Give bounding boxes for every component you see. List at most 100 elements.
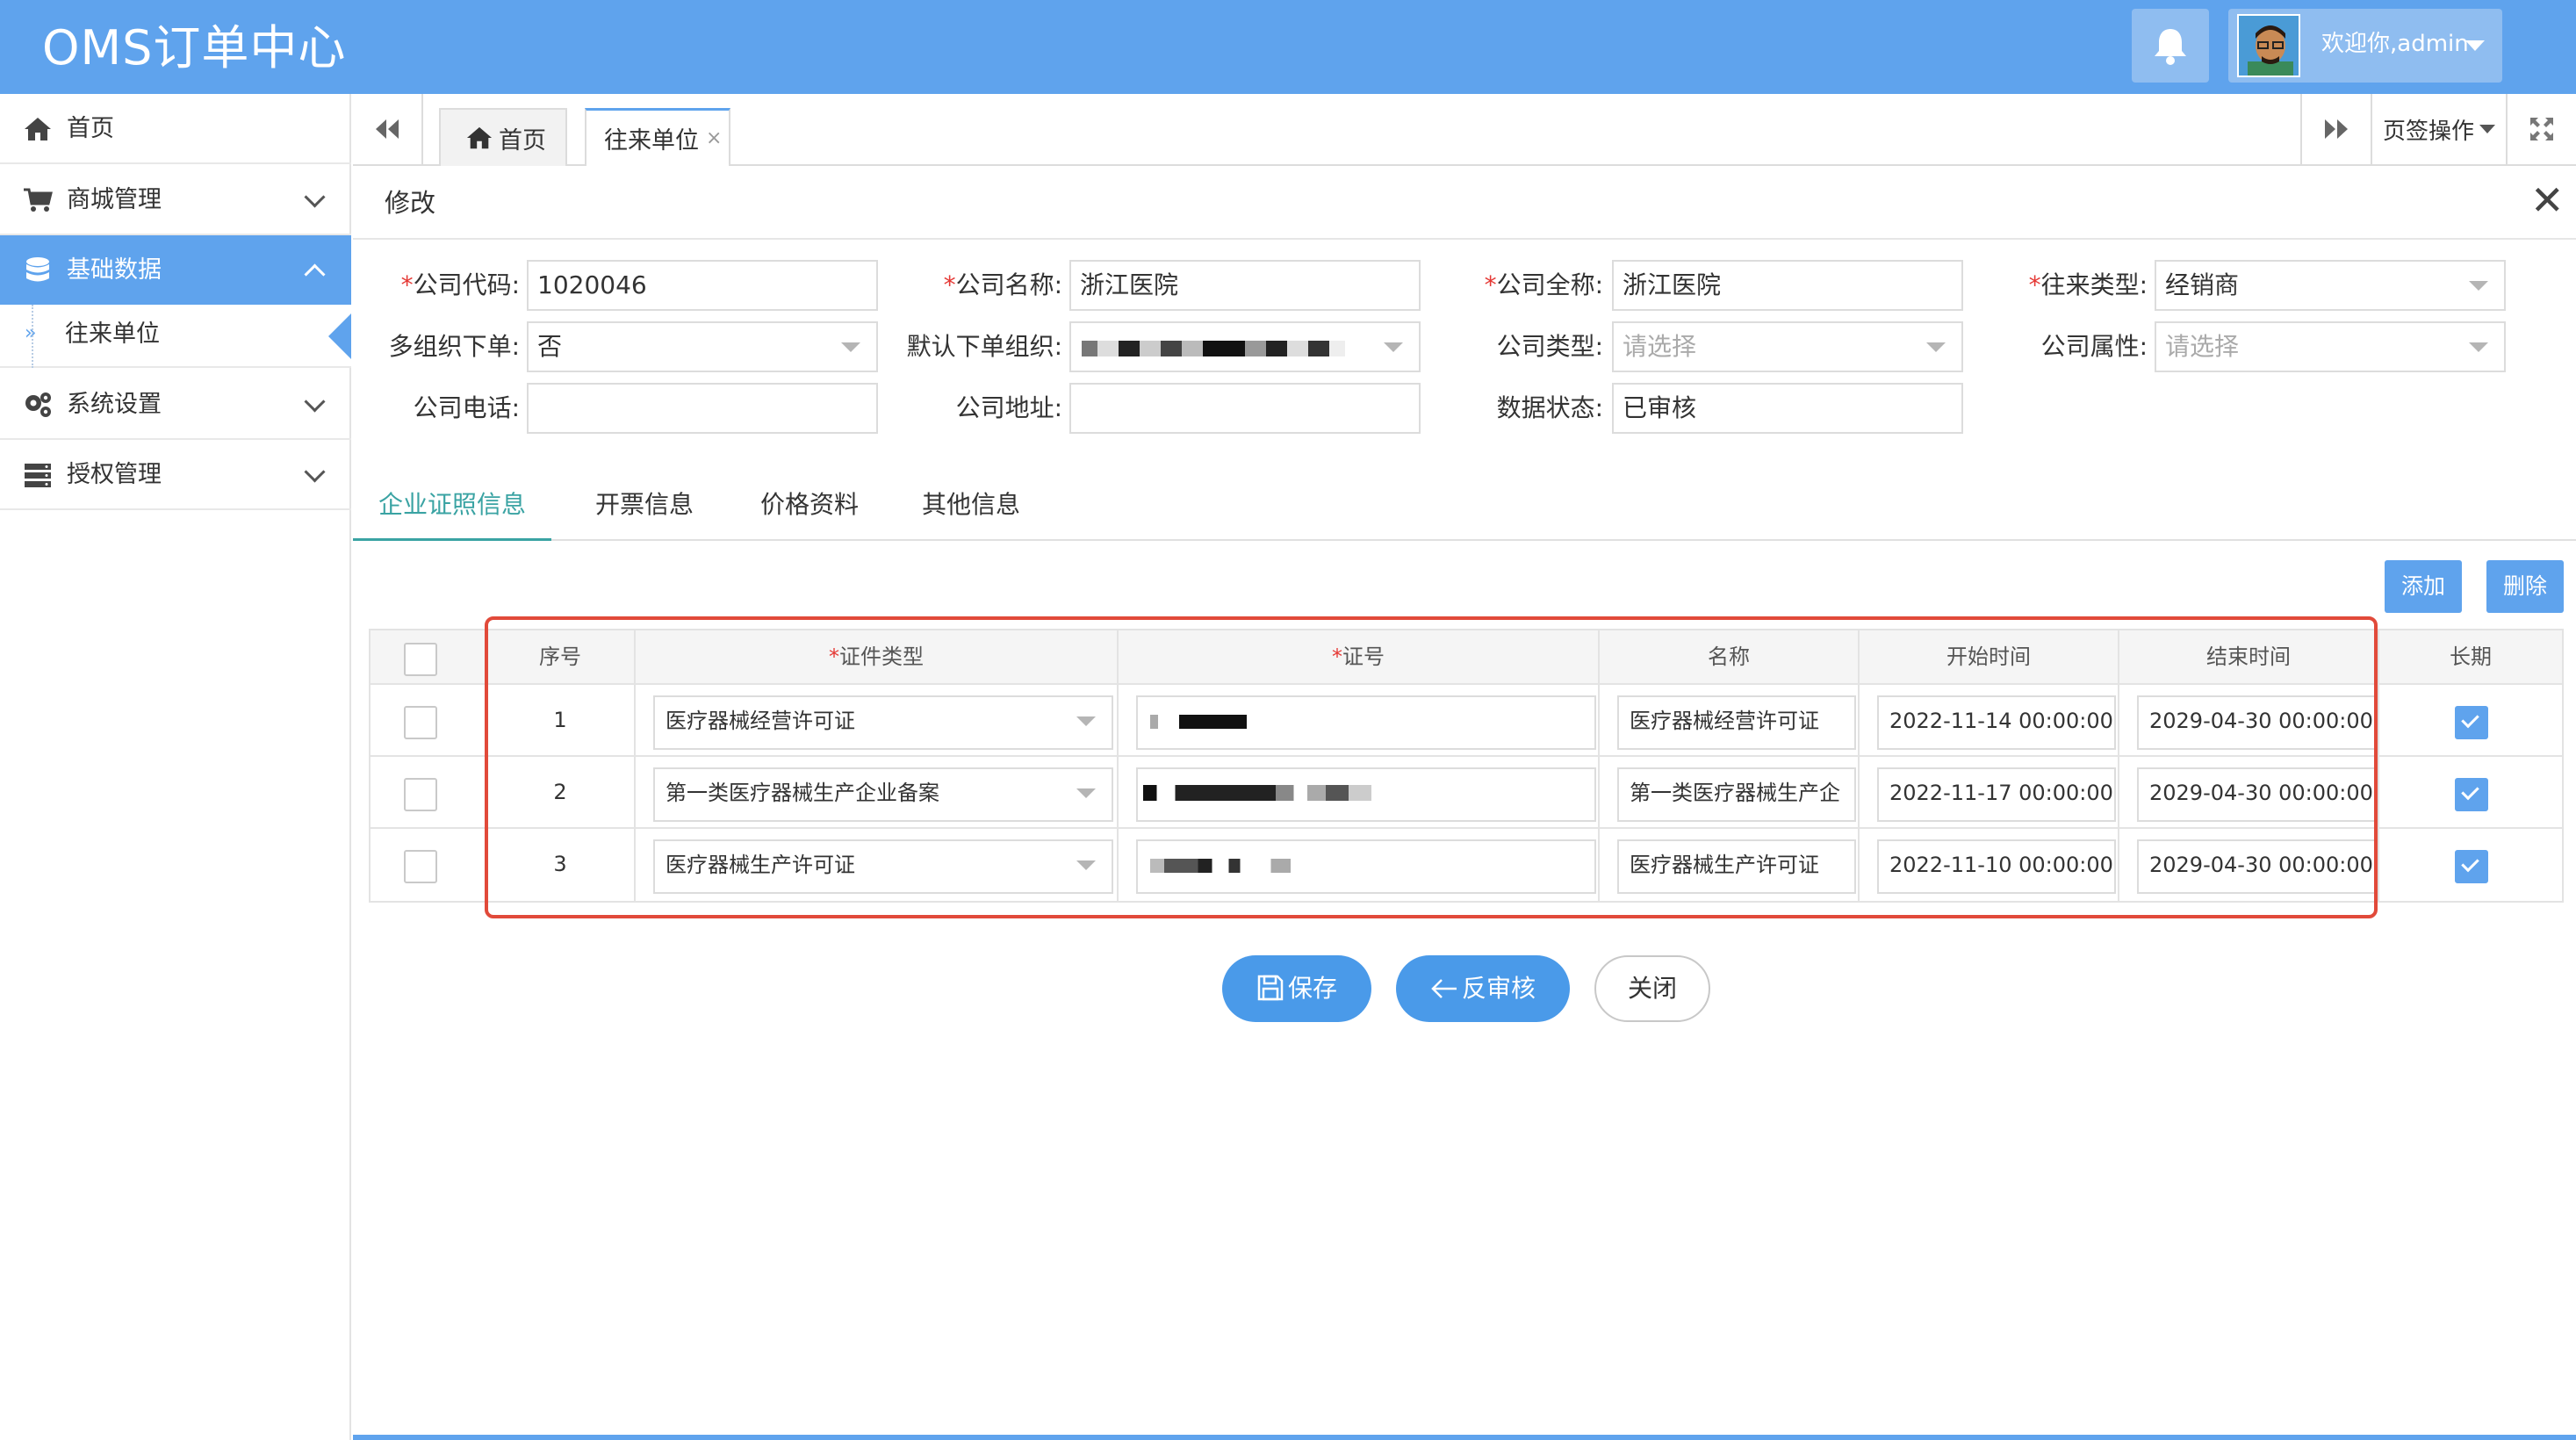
- sidebar-item-label: 授权管理: [67, 461, 162, 488]
- row-checkbox[interactable]: [404, 850, 437, 883]
- sidebar-item-auth[interactable]: 授权管理: [0, 440, 351, 510]
- company-phone-label: 公司电话:: [413, 393, 520, 422]
- highlight-annotation-box: [485, 616, 2378, 918]
- tab-price-info[interactable]: 价格资料: [748, 472, 871, 541]
- close-icon[interactable]: ×: [706, 127, 722, 149]
- chevron-down-icon: [304, 186, 326, 208]
- row-checkbox[interactable]: [404, 778, 437, 811]
- company-code-label: *公司代码:: [400, 270, 520, 299]
- company-type-select[interactable]: 请选择: [1612, 321, 1963, 372]
- company-name-label: *公司名称:: [943, 270, 1062, 299]
- company-full-name-label: *公司全称:: [1484, 270, 1603, 299]
- company-name-field[interactable]: 浙江医院: [1069, 260, 1421, 311]
- partner-type-value: 经销商: [2165, 270, 2240, 299]
- tab-bar: 首页 往来单位 × 页签操作: [353, 94, 2576, 166]
- add-row-button[interactable]: 添加: [2385, 560, 2462, 613]
- unaudit-button[interactable]: 反审核: [1396, 955, 1570, 1022]
- bell-icon: [2155, 29, 2186, 65]
- company-full-name-field[interactable]: 浙江医院: [1612, 260, 1963, 311]
- tab-other-info[interactable]: 其他信息: [910, 472, 1033, 541]
- close-icon[interactable]: ✕: [2530, 178, 2565, 222]
- home-icon: [25, 118, 51, 140]
- tab-invoice-info[interactable]: 开票信息: [583, 472, 706, 541]
- sidebar-item-mall[interactable]: 商城管理: [0, 165, 351, 235]
- company-address-field[interactable]: [1069, 383, 1421, 434]
- partner-type-select[interactable]: 经销商: [2155, 260, 2506, 311]
- long-term-checkbox[interactable]: [2455, 850, 2488, 883]
- table-row: [371, 757, 486, 829]
- sidebar-item-label: 商城管理: [67, 186, 162, 213]
- sidebar-item-basic-data[interactable]: 基础数据: [0, 235, 351, 306]
- database-icon: [26, 257, 49, 282]
- tab-license-info[interactable]: 企业证照信息: [353, 472, 551, 541]
- gears-icon: [25, 392, 51, 417]
- tree-line: [32, 305, 33, 368]
- company-phone-field[interactable]: [527, 383, 878, 434]
- company-address-label: 公司地址:: [955, 393, 1062, 422]
- multi-org-select[interactable]: 否: [527, 321, 878, 372]
- sidebar-item-label: 首页: [67, 115, 114, 142]
- select-all-checkbox[interactable]: [404, 643, 437, 676]
- company-attr-placeholder: 请选择: [2165, 332, 2240, 361]
- multi-org-value: 否: [537, 332, 563, 361]
- sidebar-item-label: 基础数据: [67, 256, 162, 284]
- sidebar-item-home[interactable]: 首页: [0, 94, 351, 164]
- save-button[interactable]: 保存: [1222, 955, 1371, 1022]
- long-term-cell: [2379, 829, 2562, 901]
- sidebar-subitem-partners[interactable]: » 往来单位: [0, 305, 351, 368]
- long-term-checkbox[interactable]: [2455, 706, 2488, 739]
- caret-down-icon: [2469, 281, 2488, 291]
- app-title: OMS订单中心: [42, 20, 347, 76]
- long-term-cell: [2379, 685, 2562, 757]
- caret-down-icon: [841, 342, 860, 352]
- bottom-bar: [353, 1435, 2576, 1440]
- save-icon: [1257, 975, 1284, 1001]
- tab-partners[interactable]: 往来单位 ×: [585, 108, 730, 166]
- partner-type-label: *往来类型:: [2028, 270, 2148, 299]
- table-row: [371, 685, 486, 757]
- data-status-label: 数据状态:: [1496, 393, 1603, 422]
- default-org-label: 默认下单组织:: [906, 332, 1062, 361]
- sidebar-subitem-label: 往来单位: [65, 320, 160, 348]
- tab-operations-dropdown[interactable]: 页签操作: [2371, 94, 2506, 164]
- company-attr-select[interactable]: 请选择: [2155, 321, 2506, 372]
- multi-org-label: 多组织下单:: [388, 332, 520, 361]
- caret-down-icon: [2479, 125, 2495, 133]
- chevron-up-icon: [304, 263, 326, 285]
- redacted-text: [1082, 341, 1345, 356]
- tabs-scroll-right-button[interactable]: [2300, 94, 2371, 164]
- page-title-bar: 修改 ✕: [353, 166, 2576, 240]
- data-status-field: 已审核: [1612, 383, 1963, 434]
- close-button[interactable]: 关闭: [1594, 955, 1710, 1022]
- table-row: [371, 829, 486, 901]
- user-menu-button[interactable]: 欢迎你,admin: [2228, 9, 2502, 83]
- caret-down-icon: [2465, 40, 2485, 51]
- caret-down-icon: [1926, 342, 1946, 352]
- row-checkbox[interactable]: [404, 706, 437, 739]
- notifications-button[interactable]: [2132, 9, 2209, 83]
- tabs-scroll-left-button[interactable]: [353, 94, 423, 164]
- delete-row-button[interactable]: 删除: [2486, 560, 2564, 613]
- sidebar-item-settings[interactable]: 系统设置: [0, 370, 351, 440]
- tab-home[interactable]: 首页: [439, 108, 567, 166]
- tab-operations-label: 页签操作: [2382, 118, 2474, 145]
- caret-down-icon: [1384, 342, 1403, 352]
- caret-down-icon: [2469, 342, 2488, 352]
- active-indicator: [328, 313, 351, 359]
- chevron-down-icon: [304, 391, 326, 413]
- fullscreen-button[interactable]: [2506, 94, 2576, 164]
- company-code-field[interactable]: 1020046: [527, 260, 878, 311]
- select-all-header: [371, 630, 486, 685]
- chevron-down-icon: [304, 461, 326, 483]
- double-chevron-right-icon: »: [25, 322, 37, 344]
- backward-icon: [376, 119, 399, 139]
- tab-label: 首页: [499, 126, 546, 155]
- long-term-checkbox[interactable]: [2455, 778, 2488, 811]
- default-org-select[interactable]: [1069, 321, 1421, 372]
- company-type-placeholder: 请选择: [1623, 332, 1697, 361]
- detail-tabs: 企业证照信息 开票信息 价格资料 其他信息: [353, 472, 2576, 541]
- company-attr-label: 公司属性:: [2040, 332, 2148, 361]
- arrow-left-icon: [1431, 979, 1457, 998]
- tab-label: 往来单位: [604, 127, 699, 155]
- welcome-text: 欢迎你,admin: [2321, 31, 2469, 57]
